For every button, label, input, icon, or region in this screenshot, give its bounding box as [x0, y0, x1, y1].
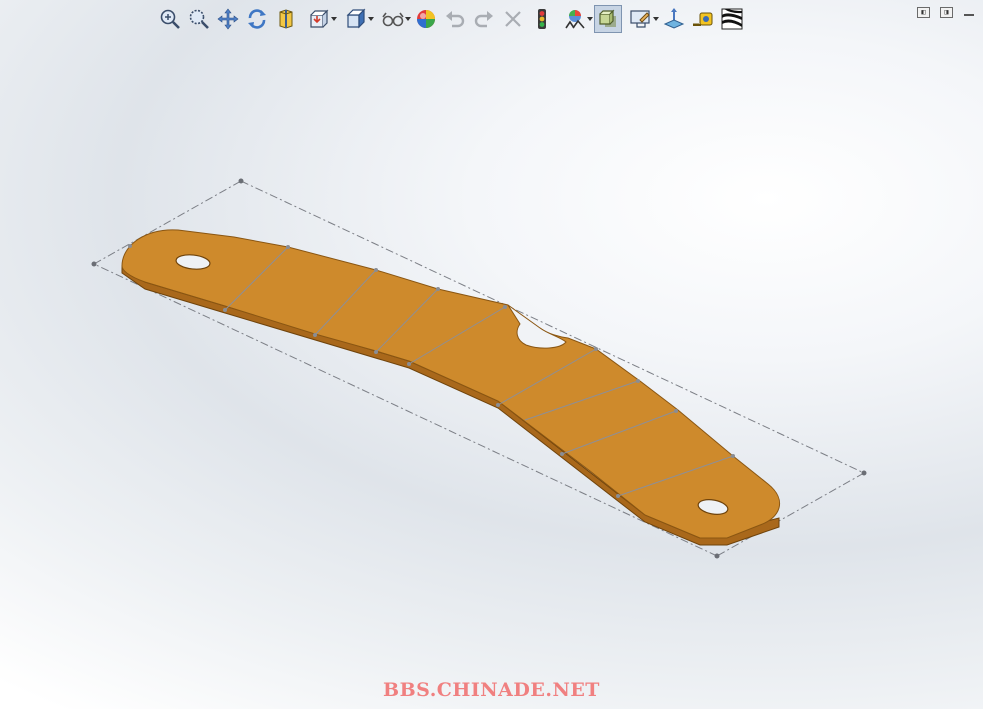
chevron-down-icon — [587, 17, 593, 21]
zebra-stripes-button[interactable] — [718, 5, 746, 33]
pan-button[interactable] — [214, 5, 242, 33]
edit-appearance-icon — [417, 10, 435, 28]
edit-appearance-button[interactable] — [412, 5, 440, 33]
section-view-button[interactable] — [272, 5, 300, 33]
traffic-light-icon — [538, 9, 546, 29]
redo-icon — [474, 11, 493, 28]
apply-scene-button[interactable] — [557, 5, 593, 33]
undo-button[interactable] — [441, 5, 469, 33]
hide-show-items-button[interactable] — [375, 5, 411, 33]
zoom-to-fit-button[interactable] — [156, 5, 184, 33]
pan-icon — [217, 8, 239, 30]
display-style-button[interactable] — [338, 5, 374, 33]
display-style-icon — [346, 8, 366, 29]
model-canvas[interactable] — [0, 0, 983, 709]
zebra-stripes-icon — [721, 8, 743, 30]
traffic-light-button[interactable] — [528, 5, 556, 33]
view-settings-button[interactable] — [623, 5, 659, 33]
chevron-down-icon — [405, 17, 411, 21]
window-controls: ◧ ◨ — [917, 7, 975, 18]
measure-button[interactable] — [689, 5, 717, 33]
chevron-down-icon — [653, 17, 659, 21]
undo-icon — [446, 11, 465, 28]
view-settings-icon — [630, 10, 650, 28]
zoom-to-fit-icon — [160, 9, 180, 29]
triad-button[interactable] — [660, 5, 688, 33]
view-orientation-icon — [310, 9, 329, 28]
tile-left-button[interactable]: ◧ — [917, 7, 930, 18]
redo-button[interactable] — [470, 5, 498, 33]
shadows-button[interactable] — [594, 5, 622, 33]
apply-scene-icon — [565, 10, 585, 29]
minimize-button[interactable] — [963, 7, 975, 18]
heads-up-view-toolbar — [156, 5, 746, 33]
rotate-button[interactable] — [243, 5, 271, 33]
hide-show-items-icon — [382, 12, 404, 27]
watermark: BBS.CHINADE.NET — [383, 679, 600, 701]
cancel-icon — [505, 11, 521, 27]
chevron-down-icon — [368, 17, 374, 21]
rotate-icon — [248, 9, 266, 29]
zoom-to-area-button[interactable] — [185, 5, 213, 33]
triad-icon — [663, 8, 685, 29]
shadows-icon — [599, 9, 616, 27]
zoom-to-area-icon — [189, 9, 209, 29]
tile-right-button[interactable]: ◨ — [940, 7, 953, 18]
section-view-icon — [279, 9, 293, 29]
cancel-button[interactable] — [499, 5, 527, 33]
view-orientation-button[interactable] — [301, 5, 337, 33]
measure-icon — [693, 12, 713, 26]
chevron-down-icon — [331, 17, 337, 21]
graphics-area[interactable] — [0, 0, 983, 709]
